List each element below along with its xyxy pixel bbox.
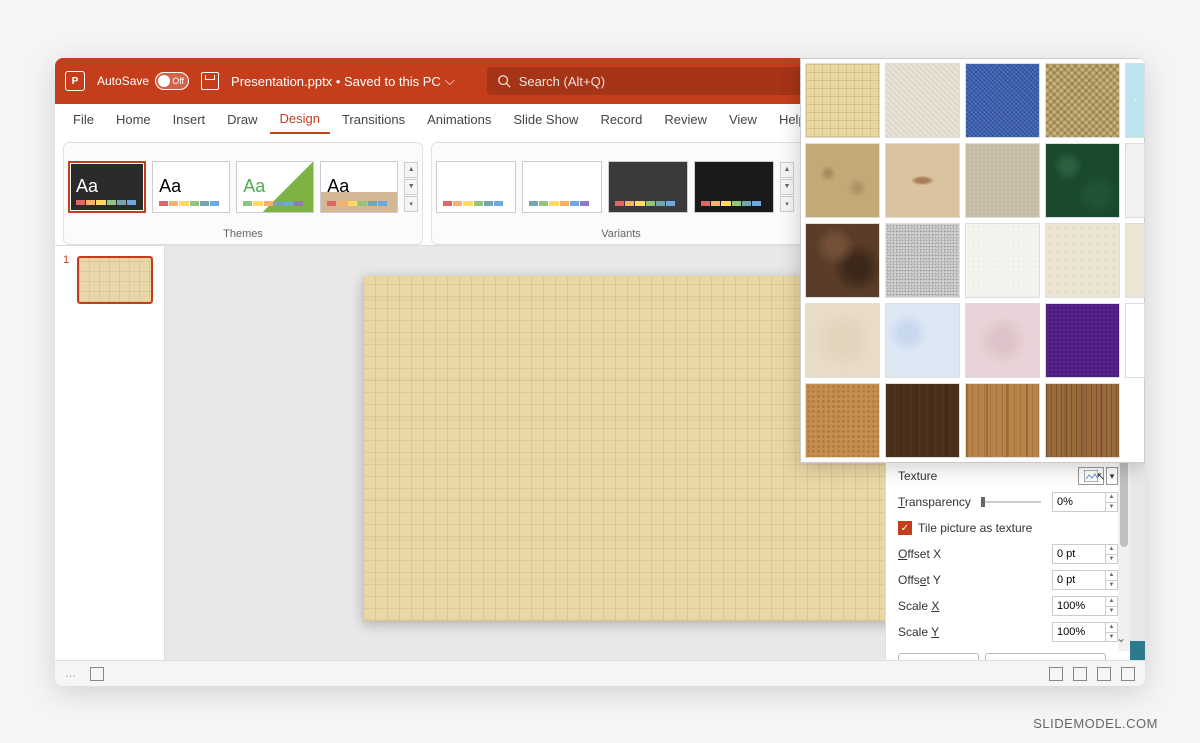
view-reading-icon[interactable]	[1097, 667, 1111, 681]
scale-x-label: Scale X	[898, 599, 939, 613]
variant-4[interactable]	[694, 161, 774, 213]
tab-design[interactable]: Design	[270, 105, 330, 134]
view-sorter-icon[interactable]	[1073, 667, 1087, 681]
offset-x-input[interactable]	[1052, 544, 1106, 564]
tab-view[interactable]: View	[719, 106, 767, 133]
texture-blank-partial[interactable]	[1125, 303, 1145, 378]
autosave-group: AutoSave Off	[97, 72, 189, 90]
texture-recycled[interactable]	[1045, 223, 1120, 298]
texture-label: Texture	[898, 469, 937, 483]
texture-walnut[interactable]	[885, 383, 960, 458]
offset-y-label: Offset Y	[898, 573, 941, 587]
scale-x-input[interactable]	[1052, 596, 1106, 616]
search-input[interactable]: Search (Alt+Q)	[487, 67, 847, 95]
format-background-pane: Texture ↖ ▾ Transparency ▲▼ ✓ Tile pictu…	[885, 453, 1130, 685]
texture-papyrus[interactable]	[805, 63, 880, 138]
transparency-slider[interactable]	[981, 501, 1041, 503]
slide-number: 1	[63, 254, 69, 304]
save-icon[interactable]	[201, 72, 219, 90]
texture-green-marble[interactable]	[1045, 143, 1120, 218]
themes-scroll[interactable]: ▲▼▾	[404, 162, 418, 212]
texture-recycled-partial[interactable]	[1125, 223, 1145, 298]
texture-sand[interactable]	[965, 143, 1040, 218]
expand-icon[interactable]: ⌄	[1116, 631, 1126, 645]
texture-canvas[interactable]	[885, 63, 960, 138]
autosave-toggle[interactable]: Off	[155, 72, 189, 90]
variant-2[interactable]	[522, 161, 602, 213]
watermark: SLIDEMODEL.COM	[1033, 716, 1158, 731]
tile-label: Tile picture as texture	[918, 521, 1032, 535]
document-title[interactable]: Presentation.pptx • Saved to this PC ⌵	[231, 73, 455, 89]
theme-office-dark[interactable]: Aa	[68, 161, 146, 213]
texture-dropdown-arrow[interactable]: ▾	[1106, 467, 1118, 485]
texture-paper-bag[interactable]	[805, 143, 880, 218]
transparency-label: Transparency	[898, 495, 971, 509]
texture-parchment[interactable]	[805, 303, 880, 378]
tab-file[interactable]: File	[63, 106, 104, 133]
offset-x-label: Offset X	[898, 547, 941, 561]
texture-white-marble-partial[interactable]	[1125, 143, 1145, 218]
texture-purple-mesh[interactable]	[1045, 303, 1120, 378]
themes-group-label: Themes	[68, 226, 418, 242]
themes-group: Aa Aa Aa Aa ▲▼▾ Themes	[63, 142, 423, 245]
scale-y-input[interactable]	[1052, 622, 1106, 642]
texture-pink-tissue[interactable]	[965, 303, 1040, 378]
texture-denim[interactable]	[965, 63, 1040, 138]
variant-1[interactable]	[436, 161, 516, 213]
tab-home[interactable]: Home	[106, 106, 161, 133]
slide-thumbnail-1[interactable]	[77, 256, 153, 304]
texture-fossil[interactable]	[885, 143, 960, 218]
variants-group: ▲▼▾ Variants	[431, 142, 811, 245]
texture-blue-tissue[interactable]	[885, 303, 960, 378]
powerpoint-icon: P	[65, 71, 85, 91]
spin-arrows[interactable]: ▲▼	[1106, 492, 1118, 512]
powerpoint-window: P AutoSave Off Presentation.pptx • Saved…	[55, 58, 1145, 686]
texture-granite[interactable]	[885, 223, 960, 298]
transparency-input[interactable]	[1052, 492, 1106, 512]
texture-picker-button[interactable]: ↖	[1078, 467, 1104, 485]
status-bar: …	[55, 660, 1145, 686]
texture-oak[interactable]	[965, 383, 1040, 458]
tab-review[interactable]: Review	[654, 106, 717, 133]
tab-insert[interactable]: Insert	[163, 106, 216, 133]
search-icon	[497, 74, 511, 88]
tab-draw[interactable]: Draw	[217, 106, 267, 133]
tab-animations[interactable]: Animations	[417, 106, 501, 133]
chevron-down-icon: ⌵	[445, 73, 455, 89]
tab-transitions[interactable]: Transitions	[332, 106, 415, 133]
texture-medium-wood[interactable]	[1045, 383, 1120, 458]
tab-record[interactable]: Record	[590, 106, 652, 133]
theme-green[interactable]: Aa	[236, 161, 314, 213]
variants-group-label: Variants	[436, 226, 806, 242]
view-normal-icon[interactable]	[1049, 667, 1063, 681]
theme-tan[interactable]: Aa	[320, 161, 398, 213]
theme-white[interactable]: Aa	[152, 161, 230, 213]
variants-scroll[interactable]: ▲▼▾	[780, 162, 794, 212]
offset-y-input[interactable]	[1052, 570, 1106, 590]
texture-brown-marble[interactable]	[805, 223, 880, 298]
texture-cork[interactable]	[805, 383, 880, 458]
status-left: …	[65, 668, 76, 680]
pane-scrollbar[interactable]	[1118, 453, 1130, 651]
notes-icon[interactable]	[90, 667, 104, 681]
texture-water-partial[interactable]	[1125, 63, 1145, 138]
view-slideshow-icon[interactable]	[1121, 667, 1135, 681]
variant-3[interactable]	[608, 161, 688, 213]
tab-slide-show[interactable]: Slide Show	[503, 106, 588, 133]
decoration	[1130, 641, 1145, 660]
scale-y-label: Scale Y	[898, 625, 939, 639]
tile-checkbox[interactable]: ✓	[898, 521, 912, 535]
autosave-label: AutoSave	[97, 74, 149, 88]
slide-thumbnail-panel: 1	[55, 246, 165, 686]
texture-woven[interactable]	[1045, 63, 1120, 138]
texture-gallery-popup	[800, 58, 1145, 463]
texture-newsprint[interactable]	[965, 223, 1040, 298]
